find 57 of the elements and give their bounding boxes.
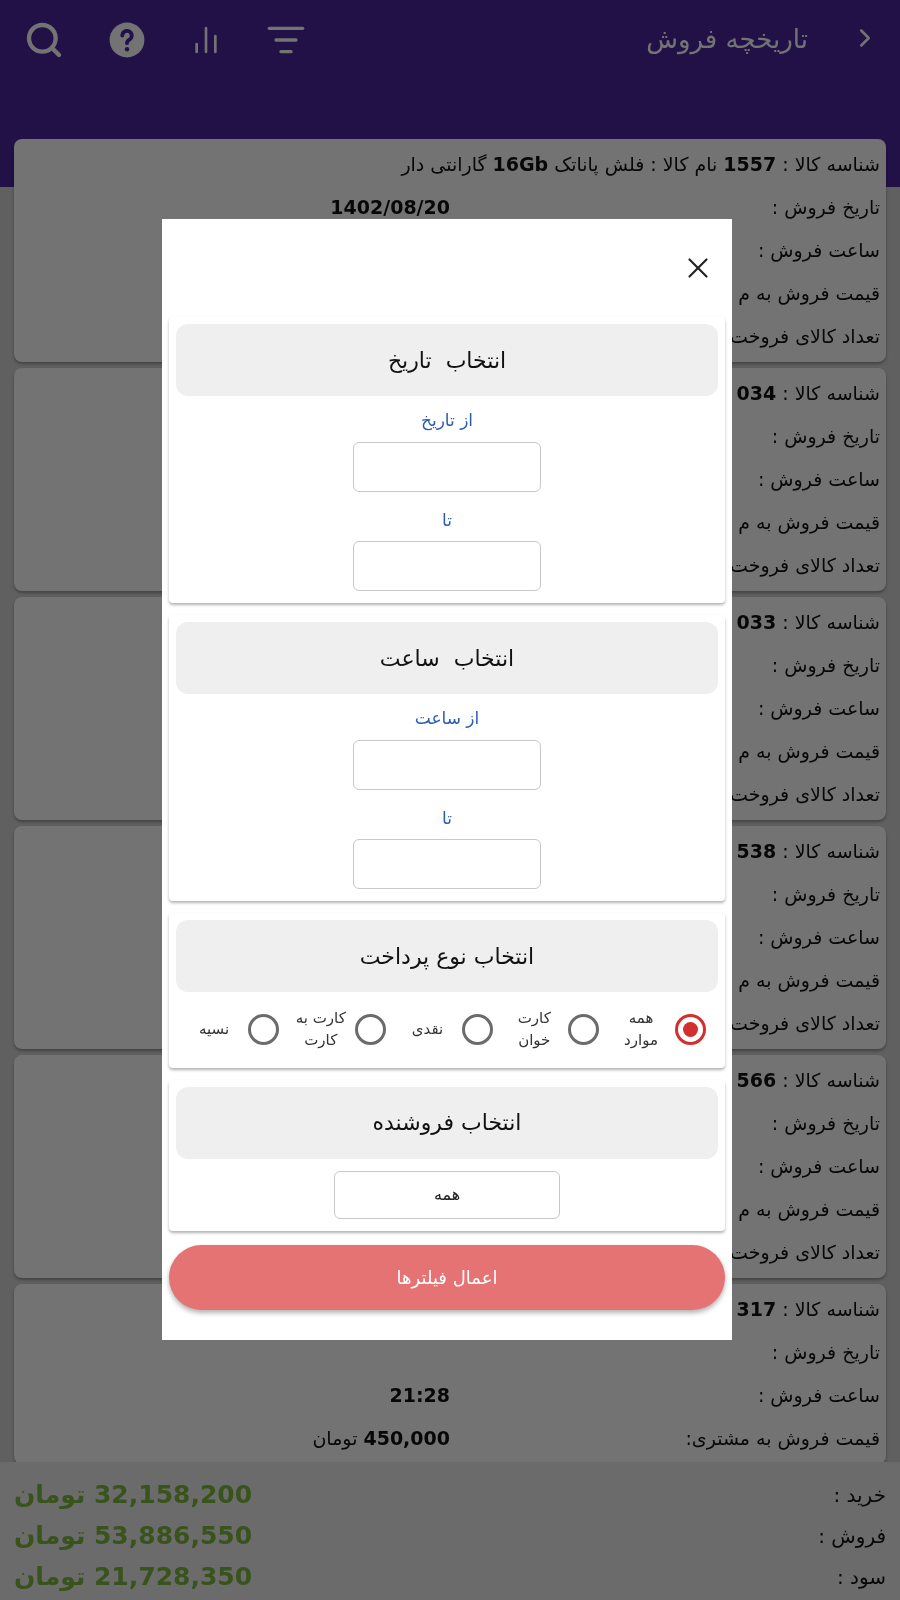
field-label: تا xyxy=(442,806,452,830)
row-label: تاریخ فروش : xyxy=(771,1111,880,1137)
input-field[interactable] xyxy=(353,541,541,591)
row-label: ساعت فروش : xyxy=(757,467,880,493)
radio-label: کارت خوان xyxy=(516,1008,552,1051)
radio-button[interactable] xyxy=(675,1014,706,1046)
search-icon[interactable] xyxy=(24,20,64,60)
radio-label: کارت به کارت xyxy=(294,1008,347,1051)
total-value: 32,158,200 تومان xyxy=(14,1478,253,1511)
input-field[interactable] xyxy=(353,441,541,492)
row-label: ساعت فروش : xyxy=(757,238,880,264)
row-label: تعداد کالای فروخت xyxy=(730,782,880,808)
radio-button[interactable] xyxy=(568,1014,600,1046)
field-label: از تاریخ xyxy=(420,409,474,433)
row-label: تاریخ فروش : xyxy=(771,653,880,679)
radio-button[interactable] xyxy=(248,1014,279,1046)
row-label: تاریخ فروش : xyxy=(771,1340,880,1366)
section-title: انتخاب تاریخ xyxy=(176,324,718,396)
row-label: تعداد کالای فروخت xyxy=(730,1011,880,1037)
row-label: تعداد کالای فروخت xyxy=(730,553,880,579)
total-label: سود : xyxy=(836,1563,886,1591)
row-label: قیمت فروش به م xyxy=(738,739,880,765)
radio-label: نقدی xyxy=(410,1018,445,1040)
row-label: قیمت فروش به م xyxy=(738,510,880,536)
radio-button[interactable] xyxy=(461,1014,493,1046)
section-title: انتخاب ساعت xyxy=(176,622,718,694)
row-label: ساعت فروش : xyxy=(757,1154,880,1180)
row-label: تعداد کالای فروخت xyxy=(730,324,880,350)
total-value: 21,728,350 تومان xyxy=(14,1560,253,1593)
row-label: تاریخ فروش : xyxy=(771,882,880,908)
row-label: قیمت فروش به م xyxy=(738,968,880,994)
row-label: ساعت فروش : xyxy=(757,1383,880,1409)
field-label: تا xyxy=(442,508,452,532)
row-label: قیمت فروش به مشتری: xyxy=(685,1426,880,1452)
row-label: ساعت فروش : xyxy=(757,925,880,951)
row-label: قیمت فروش به م xyxy=(738,1197,880,1223)
row-label: تاریخ فروش : xyxy=(771,195,880,221)
input-field[interactable] xyxy=(353,739,541,790)
section-title: انتخاب فروشنده xyxy=(176,1086,718,1159)
row-value: 1402/08/20 xyxy=(330,195,450,221)
total-label: خرید : xyxy=(833,1481,886,1509)
row-value: 21:28 xyxy=(389,1383,450,1409)
radio-label: نسیه xyxy=(197,1018,231,1040)
row-label: تاریخ فروش : xyxy=(771,424,880,450)
row-label: ساعت فروش : xyxy=(757,696,880,722)
seller-dropdown[interactable]: همه xyxy=(334,1170,560,1219)
total-value: 53,886,550 تومان xyxy=(14,1519,253,1552)
help-icon[interactable] xyxy=(108,21,146,59)
field-label: از ساعت xyxy=(414,707,480,730)
row-label: قیمت فروش به م xyxy=(738,281,880,307)
radio-label: همه موارد xyxy=(623,1008,659,1051)
total-label: فروش : xyxy=(818,1522,886,1550)
page-title: تاریخچه فروش xyxy=(646,23,808,57)
radio-button[interactable] xyxy=(354,1014,386,1046)
row-label: تعداد کالای فروخت xyxy=(730,1240,880,1266)
input-field[interactable] xyxy=(353,839,541,889)
section-title: انتخاب نوع پرداخت xyxy=(176,920,718,992)
